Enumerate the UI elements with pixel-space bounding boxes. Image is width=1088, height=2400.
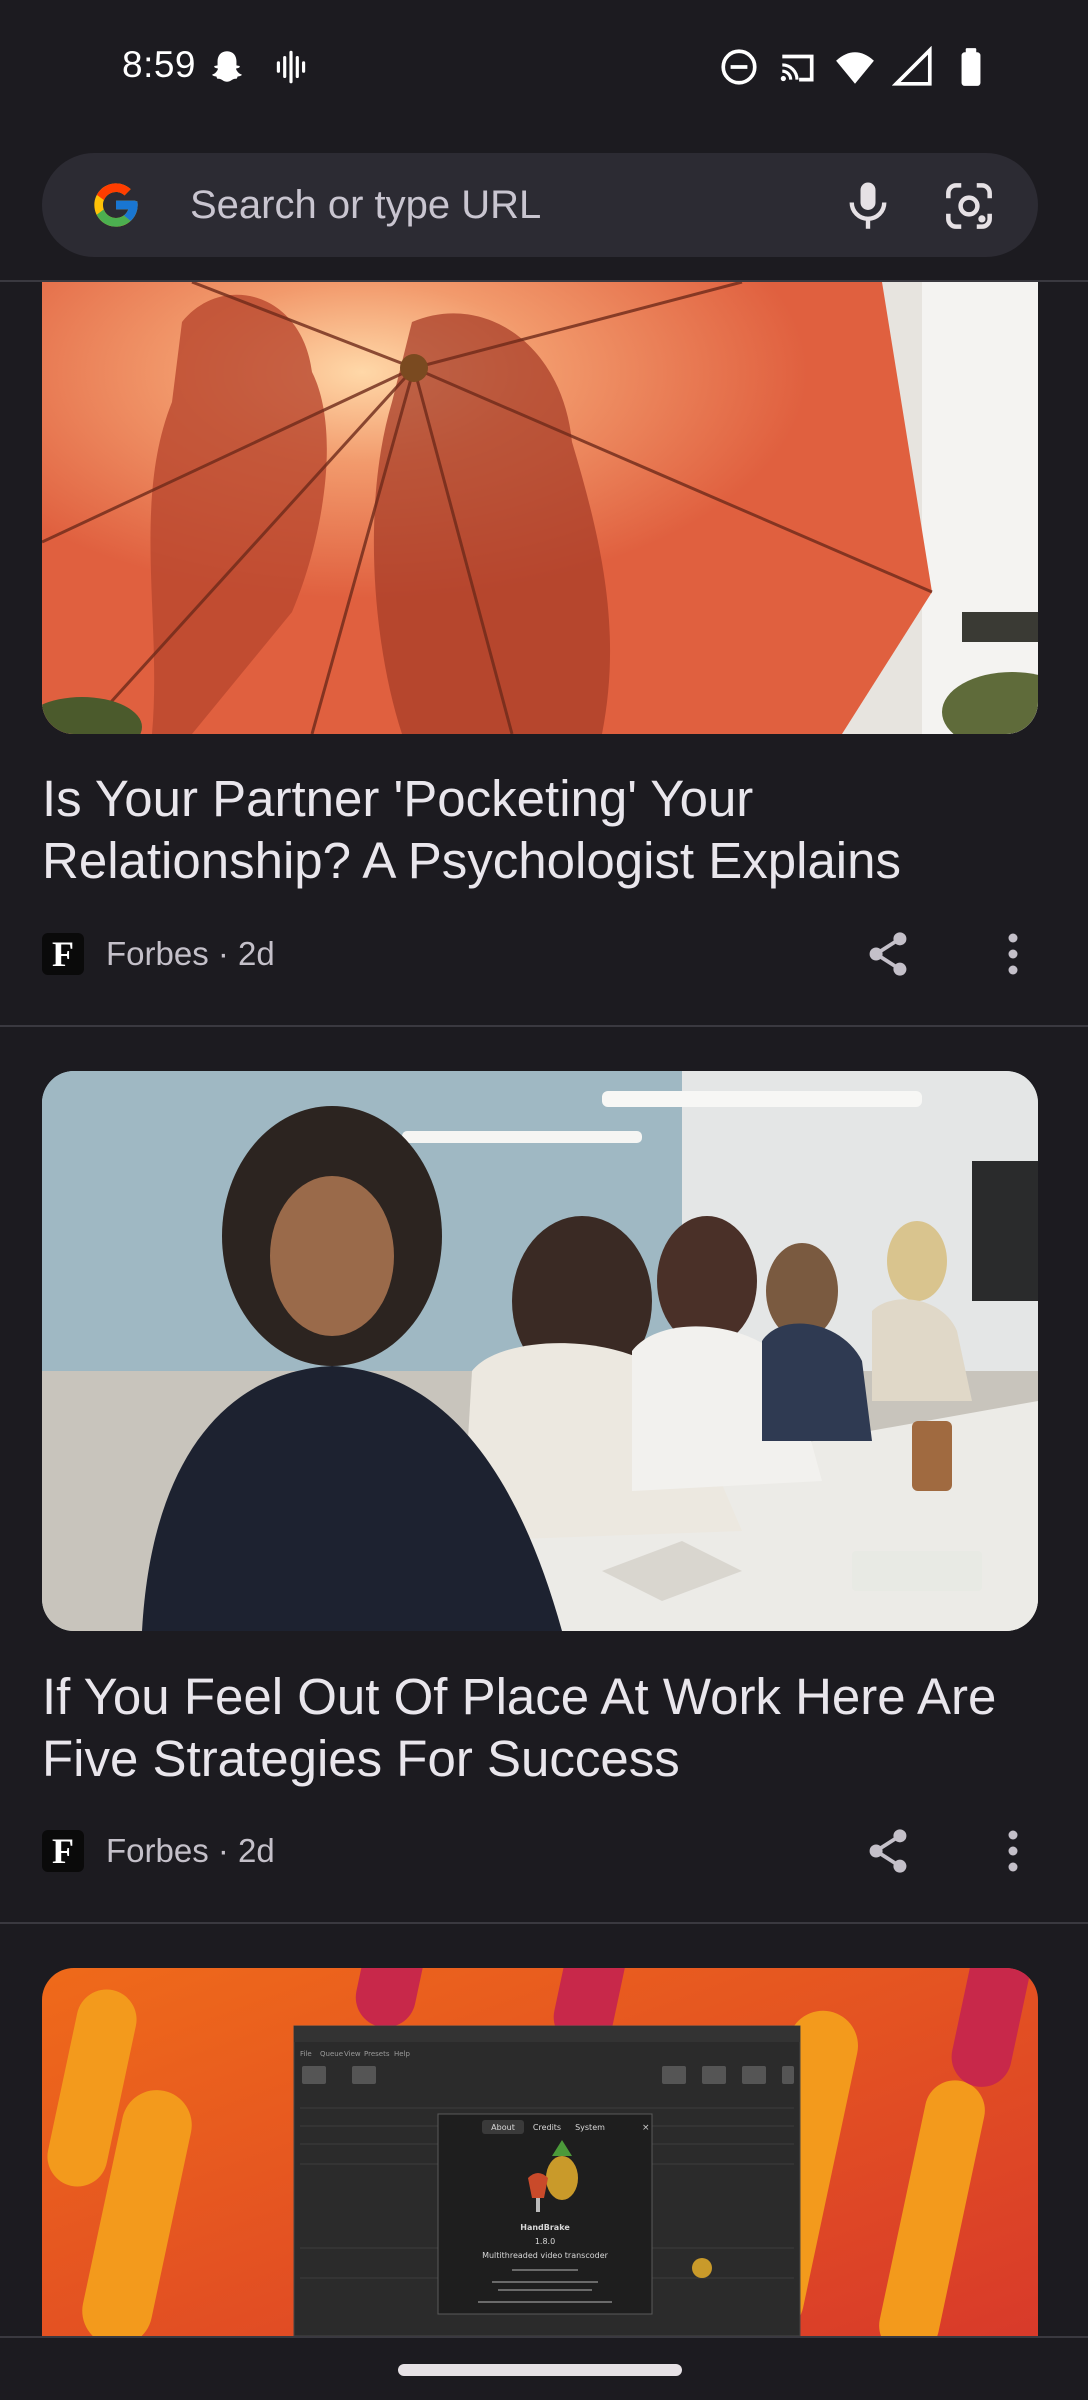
cast-icon — [776, 46, 818, 88]
more-options-icon[interactable] — [990, 1825, 1036, 1877]
signal-icon — [892, 46, 934, 88]
article-source: F Forbes · 2d — [42, 1827, 275, 1875]
dialog-version: 1.8.0 — [535, 2237, 555, 2246]
do-not-disturb-icon — [718, 46, 760, 88]
google-logo-icon[interactable] — [90, 179, 142, 231]
more-options-icon[interactable] — [990, 928, 1036, 980]
article-source: F Forbes · 2d — [42, 930, 275, 978]
article-image[interactable]: File Queue View Presets Help About Credi… — [42, 1968, 1038, 2336]
voicemail-waveform-icon — [270, 46, 312, 88]
snapchat-icon — [206, 46, 248, 88]
dialog-app-name: HandBrake — [520, 2223, 570, 2232]
article-image[interactable] — [42, 282, 1038, 734]
svg-text:View: View — [344, 2050, 361, 2058]
dialog-tab-credits: Credits — [533, 2123, 561, 2132]
article-image[interactable] — [42, 1071, 1038, 1631]
wifi-icon — [834, 46, 876, 88]
svg-text:Help: Help — [394, 2050, 411, 2058]
source-label: Forbes · 2d — [106, 1832, 275, 1869]
battery-icon — [950, 46, 992, 88]
share-icon[interactable] — [862, 1825, 914, 1877]
google-lens-icon[interactable] — [938, 175, 1000, 237]
dialog-tagline: Multithreaded video transcoder — [482, 2251, 609, 2260]
omnibox[interactable]: Search or type URL — [42, 153, 1038, 257]
forbes-logo-icon: F — [42, 933, 84, 975]
card-divider — [0, 1025, 1088, 1027]
svg-text:Queue: Queue — [320, 2050, 343, 2058]
status-time: 8:59 — [122, 44, 197, 85]
svg-text:Presets: Presets — [364, 2050, 390, 2058]
microphone-icon[interactable] — [838, 175, 898, 235]
status-bar: 8:59 — [0, 0, 1088, 136]
article-title[interactable]: If You Feel Out Of Place At Work Here Ar… — [42, 1666, 1042, 1790]
share-icon[interactable] — [862, 928, 914, 980]
search-input[interactable]: Search or type URL — [190, 183, 541, 228]
svg-text:×: × — [642, 2123, 650, 2133]
forbes-logo-icon: F — [42, 1830, 84, 1872]
dialog-tab-system: System — [575, 2123, 605, 2132]
card-divider — [0, 1922, 1088, 1924]
app-menu: File — [300, 2050, 312, 2058]
article-title[interactable]: Is Your Partner 'Pocketing' Your Relatio… — [42, 768, 1042, 892]
dialog-tab-about: About — [491, 2123, 515, 2132]
source-label: Forbes · 2d — [106, 935, 275, 972]
home-gesture-handle[interactable] — [398, 2364, 682, 2376]
